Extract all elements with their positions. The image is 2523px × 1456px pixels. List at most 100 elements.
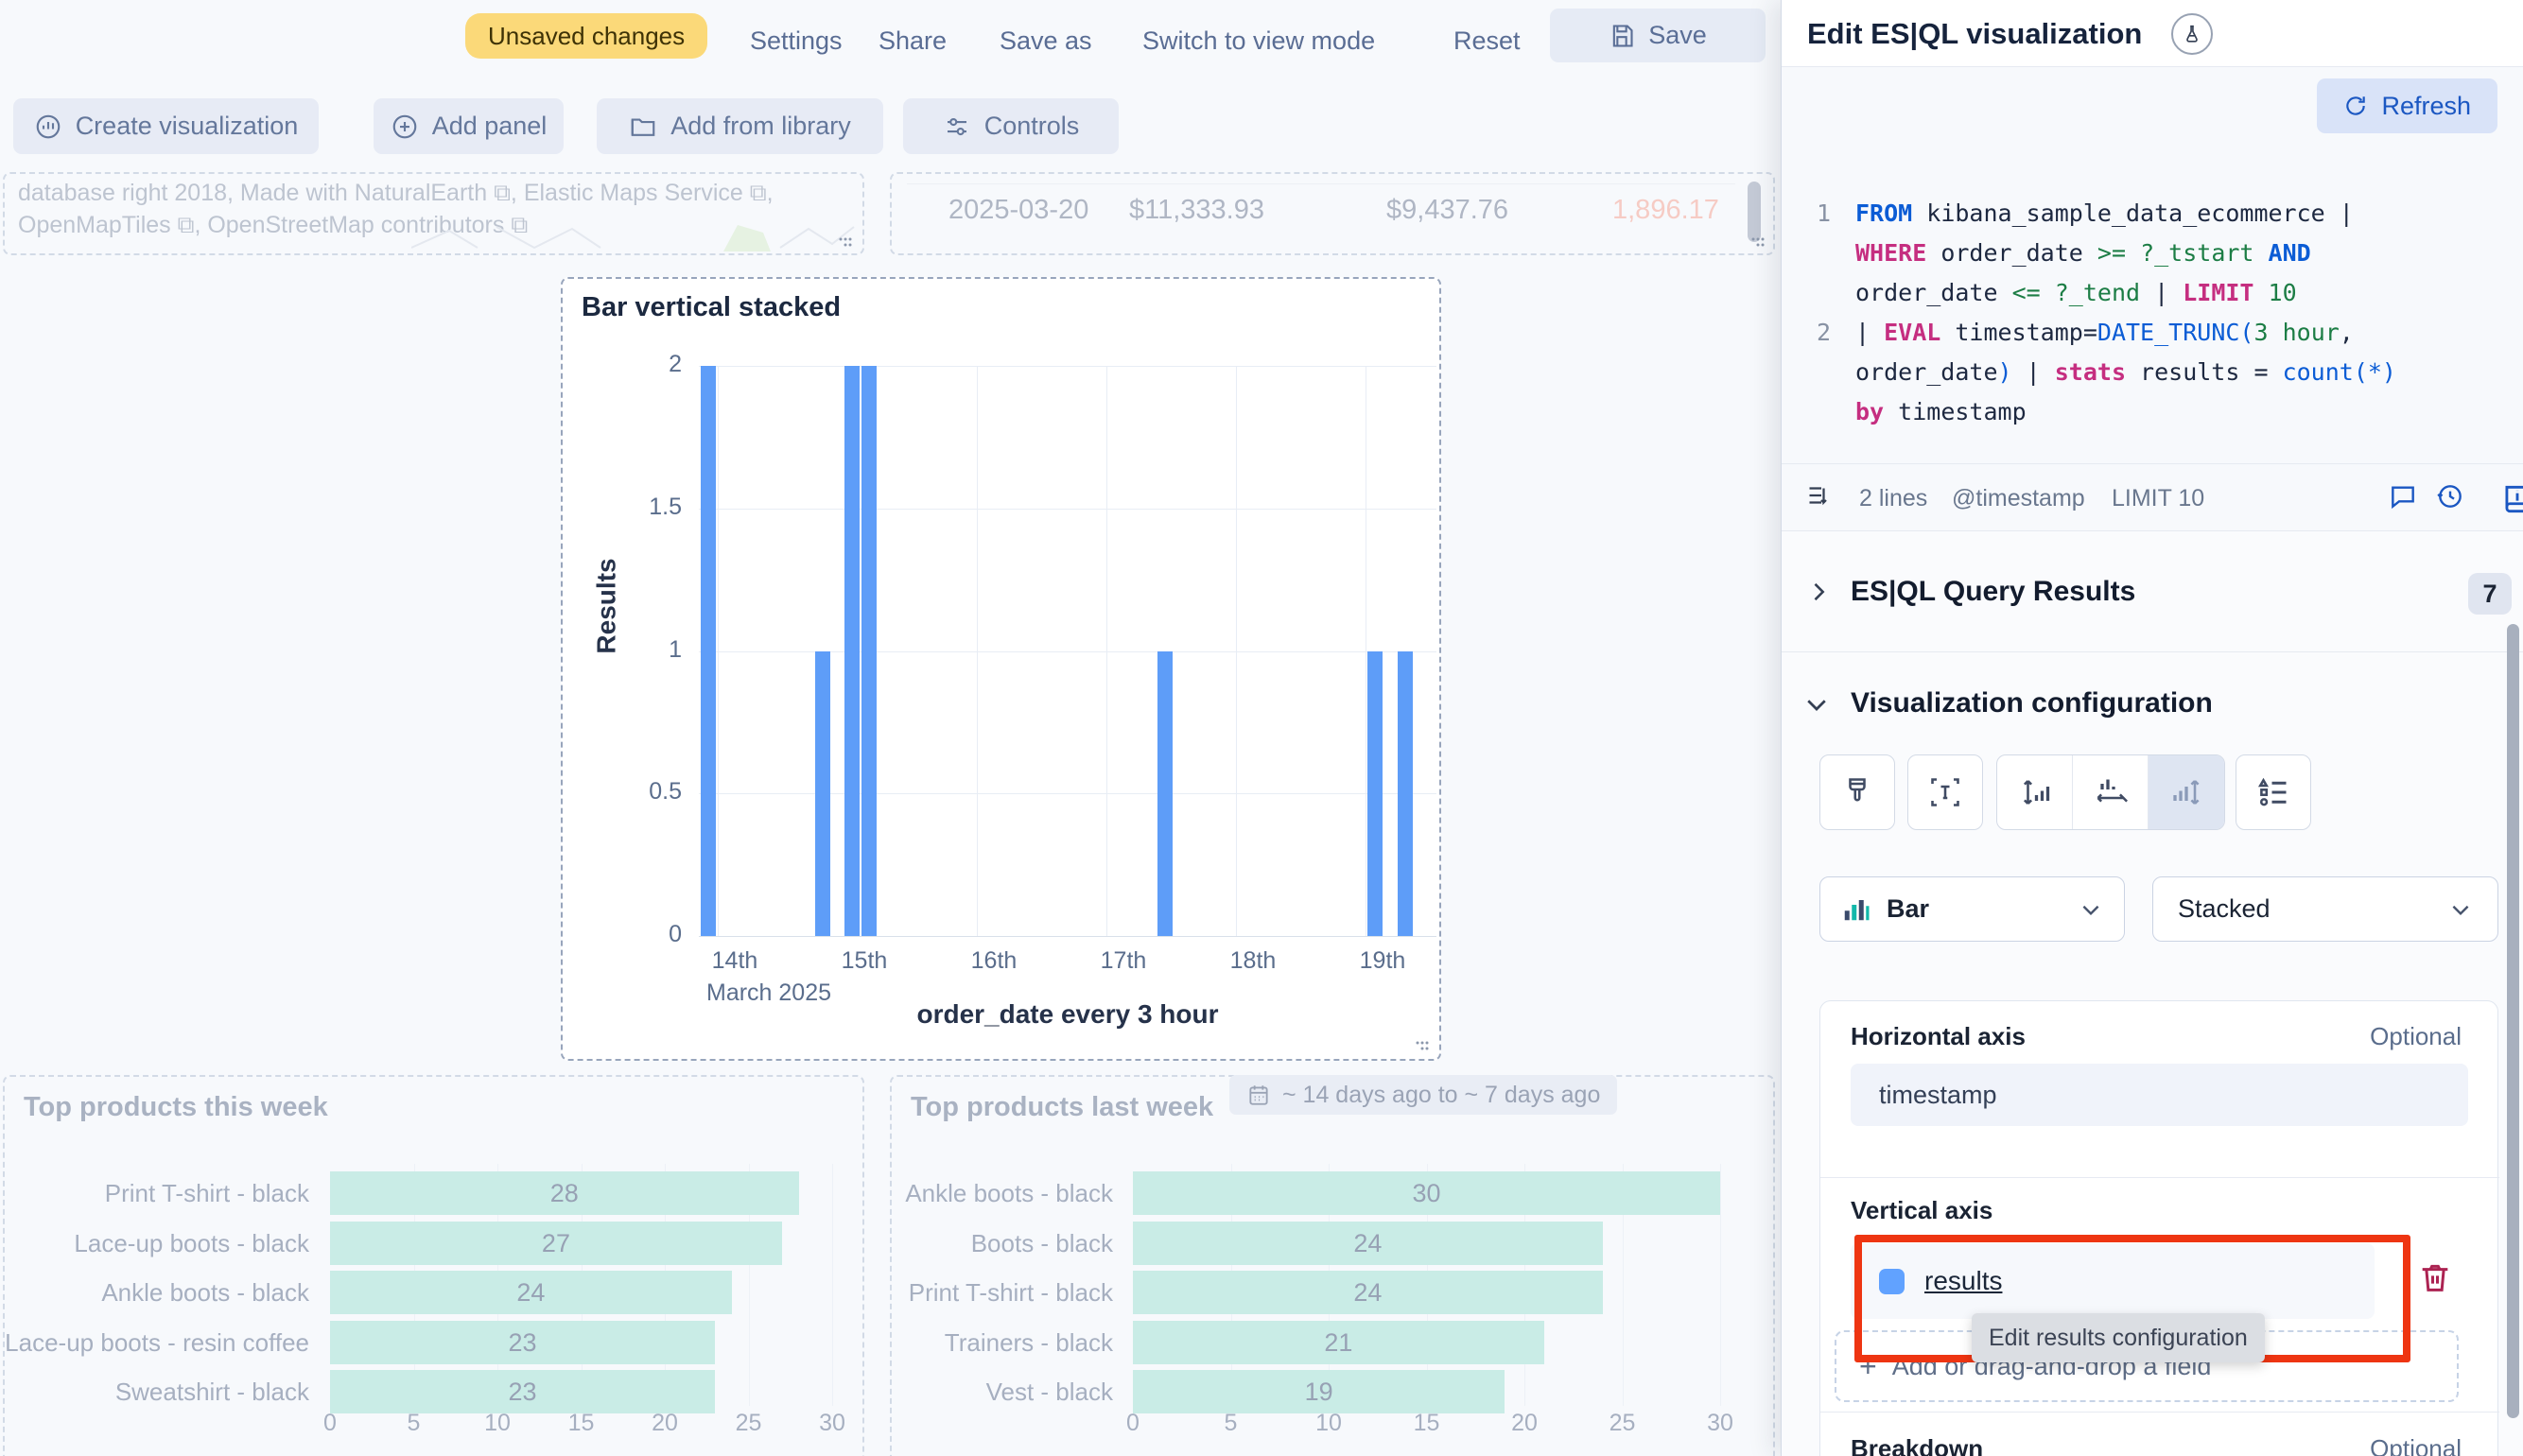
table-cell-revenue: $11,333.93 <box>1129 195 1264 226</box>
results-count-badge: 7 <box>2468 573 2512 615</box>
dashboard-area: Unsaved changes Settings Share Save as S… <box>0 0 1781 1456</box>
visualization-configuration-accordion[interactable]: Visualization configuration <box>1782 652 2523 754</box>
left-axis-settings-button-selected[interactable] <box>2149 755 2224 829</box>
code-line[interactable]: 1FROM kibana_sample_data_ecommerce | <box>1801 194 2507 234</box>
x-gridline <box>1236 366 1237 936</box>
code-line[interactable]: WHERE order_date >= ?_tstart AND <box>1801 234 2507 273</box>
bar: 27 <box>330 1222 782 1265</box>
text-select-icon <box>1928 775 1962 809</box>
edit-results-tooltip: Edit results configuration <box>1972 1313 2265 1362</box>
esql-code-editor[interactable]: 1FROM kibana_sample_data_ecommerce |WHER… <box>1782 156 2523 463</box>
left-axis-icon <box>2169 775 2203 809</box>
line-number: 2 <box>1801 313 1831 353</box>
bar[interactable] <box>844 366 860 936</box>
bar[interactable] <box>701 366 716 936</box>
stack-mode-value: Stacked <box>2178 894 2448 924</box>
flyout-title: Edit ES|QL visualization <box>1807 17 2142 51</box>
save-button[interactable]: Save <box>1550 9 1766 62</box>
trash-icon <box>2416 1258 2454 1296</box>
flyout-scrollbar[interactable] <box>2507 624 2519 1418</box>
bar[interactable] <box>1157 651 1173 937</box>
vertical-axis-field-row[interactable]: results <box>1851 1243 2375 1319</box>
controls-label: Controls <box>984 112 1080 141</box>
query-history-icon[interactable] <box>2435 481 2465 511</box>
add-from-library-button[interactable]: Add from library <box>597 98 883 154</box>
feedback-comment-icon[interactable] <box>2388 481 2418 511</box>
divider <box>1820 1412 2499 1413</box>
x-tick-label: 18th <box>1206 947 1300 975</box>
x-tick-label: 5 <box>1210 1410 1252 1437</box>
refresh-label: Refresh <box>2381 92 2471 121</box>
bar-value-label: 23 <box>330 1321 715 1364</box>
save-as-button[interactable]: Save as <box>1000 0 1092 81</box>
x-tick-label: 19th <box>1335 947 1430 975</box>
unsaved-changes-badge: Unsaved changes <box>465 13 707 59</box>
category-label: Sweatshirt - black <box>5 1370 309 1413</box>
code-text: order_date <= ?_tend | LIMIT 10 <box>1855 273 2297 313</box>
code-text: order_date) | stats results = count(*) <box>1855 353 2396 392</box>
horizontal-axis-optional-hint: Optional <box>2370 1022 2462 1051</box>
panel-resize-handle[interactable] <box>1415 1040 1430 1051</box>
horizontal-axis-settings-button[interactable] <box>2073 755 2149 829</box>
category-label: Vest - black <box>892 1370 1113 1413</box>
settings-button[interactable]: Settings <box>750 0 843 81</box>
bar[interactable] <box>861 366 877 936</box>
code-line[interactable]: order_date) | stats results = count(*) <box>1801 353 2507 392</box>
bar: 19 <box>1133 1370 1505 1413</box>
horizontal-axis-label: Horizontal axis <box>1851 1022 2026 1051</box>
bar: 24 <box>330 1271 732 1314</box>
controls-button[interactable]: Controls <box>903 98 1119 154</box>
bar[interactable] <box>1367 651 1383 937</box>
line-number <box>1801 273 1831 313</box>
text-labels-button[interactable] <box>1907 754 1983 830</box>
results-field-link[interactable]: results <box>1924 1243 2002 1319</box>
x-tick-label: 30 <box>1699 1410 1741 1437</box>
metrics-table-panel: 2025-03-20 $11,333.93 $9,437.76 1,896.17 <box>890 172 1775 255</box>
x-gridline <box>832 1164 833 1406</box>
code-line[interactable]: 2| EVAL timestamp=DATE_TRUNC(3 hour, <box>1801 313 2507 353</box>
top-toolbar: Unsaved changes Settings Share Save as S… <box>0 0 1781 81</box>
horizontal-axis-field[interactable]: timestamp <box>1851 1064 2468 1126</box>
y-gridline <box>699 793 1436 794</box>
save-button-label: Save <box>1648 21 1707 50</box>
create-visualization-button[interactable]: Create visualization <box>13 98 319 154</box>
series-color-swatch[interactable] <box>1879 1269 1905 1294</box>
esql-bar-chart-panel: Bar vertical stacked 00.511.5214thMarch … <box>561 277 1441 1061</box>
table-cell-cost: $9,437.76 <box>1386 195 1508 226</box>
panel-resize-handle[interactable] <box>838 236 853 248</box>
chevron-down-icon <box>1802 690 1831 719</box>
editor-footer: 2 lines @timestamp LIMIT 10 <box>1782 463 2523 531</box>
bar[interactable] <box>815 651 830 937</box>
x-tick-label: 10 <box>477 1410 518 1437</box>
refresh-button[interactable]: Refresh <box>2317 78 2497 133</box>
chevron-down-icon <box>2448 897 2473 922</box>
panel-resize-handle[interactable] <box>1750 236 1766 248</box>
x-tick-label: 30 <box>811 1410 853 1437</box>
bar: 23 <box>330 1370 715 1413</box>
category-label: Trainers - black <box>892 1321 1113 1364</box>
remove-field-button[interactable] <box>2416 1257 2458 1298</box>
code-line[interactable]: order_date <= ?_tend | LIMIT 10 <box>1801 273 2507 313</box>
add-panel-button[interactable]: Add panel <box>374 98 564 154</box>
documentation-book-icon[interactable] <box>2499 481 2523 517</box>
share-button[interactable]: Share <box>879 0 947 81</box>
legend-icon <box>2256 775 2290 809</box>
code-line[interactable]: by timestamp <box>1801 392 2507 432</box>
x-tick-label: 20 <box>644 1410 686 1437</box>
vertical-axis-settings-button[interactable] <box>1997 755 2073 829</box>
appearance-paintbrush-button[interactable] <box>1819 754 1895 830</box>
map-attribution-line1[interactable]: database right 2018, Made with NaturalEa… <box>18 180 774 207</box>
vertical-axis-label: Vertical axis <box>1851 1196 1992 1225</box>
table-scrollbar[interactable] <box>1748 182 1761 242</box>
plus-circle-icon <box>391 113 419 141</box>
refresh-icon <box>2343 94 2368 118</box>
esql-query-results-accordion[interactable]: ES|QL Query Results 7 <box>1782 531 2523 652</box>
legend-settings-button[interactable] <box>2236 754 2311 830</box>
y-tick-label: 0.5 <box>625 778 682 806</box>
reset-button[interactable]: Reset <box>1453 0 1521 81</box>
bar[interactable] <box>1398 651 1413 937</box>
switch-to-view-mode-button[interactable]: Switch to view mode <box>1142 0 1375 81</box>
stack-mode-dropdown[interactable]: Stacked <box>2152 876 2498 942</box>
x-tick-label: 0 <box>309 1410 351 1437</box>
chart-type-dropdown[interactable]: Bar <box>1819 876 2125 942</box>
